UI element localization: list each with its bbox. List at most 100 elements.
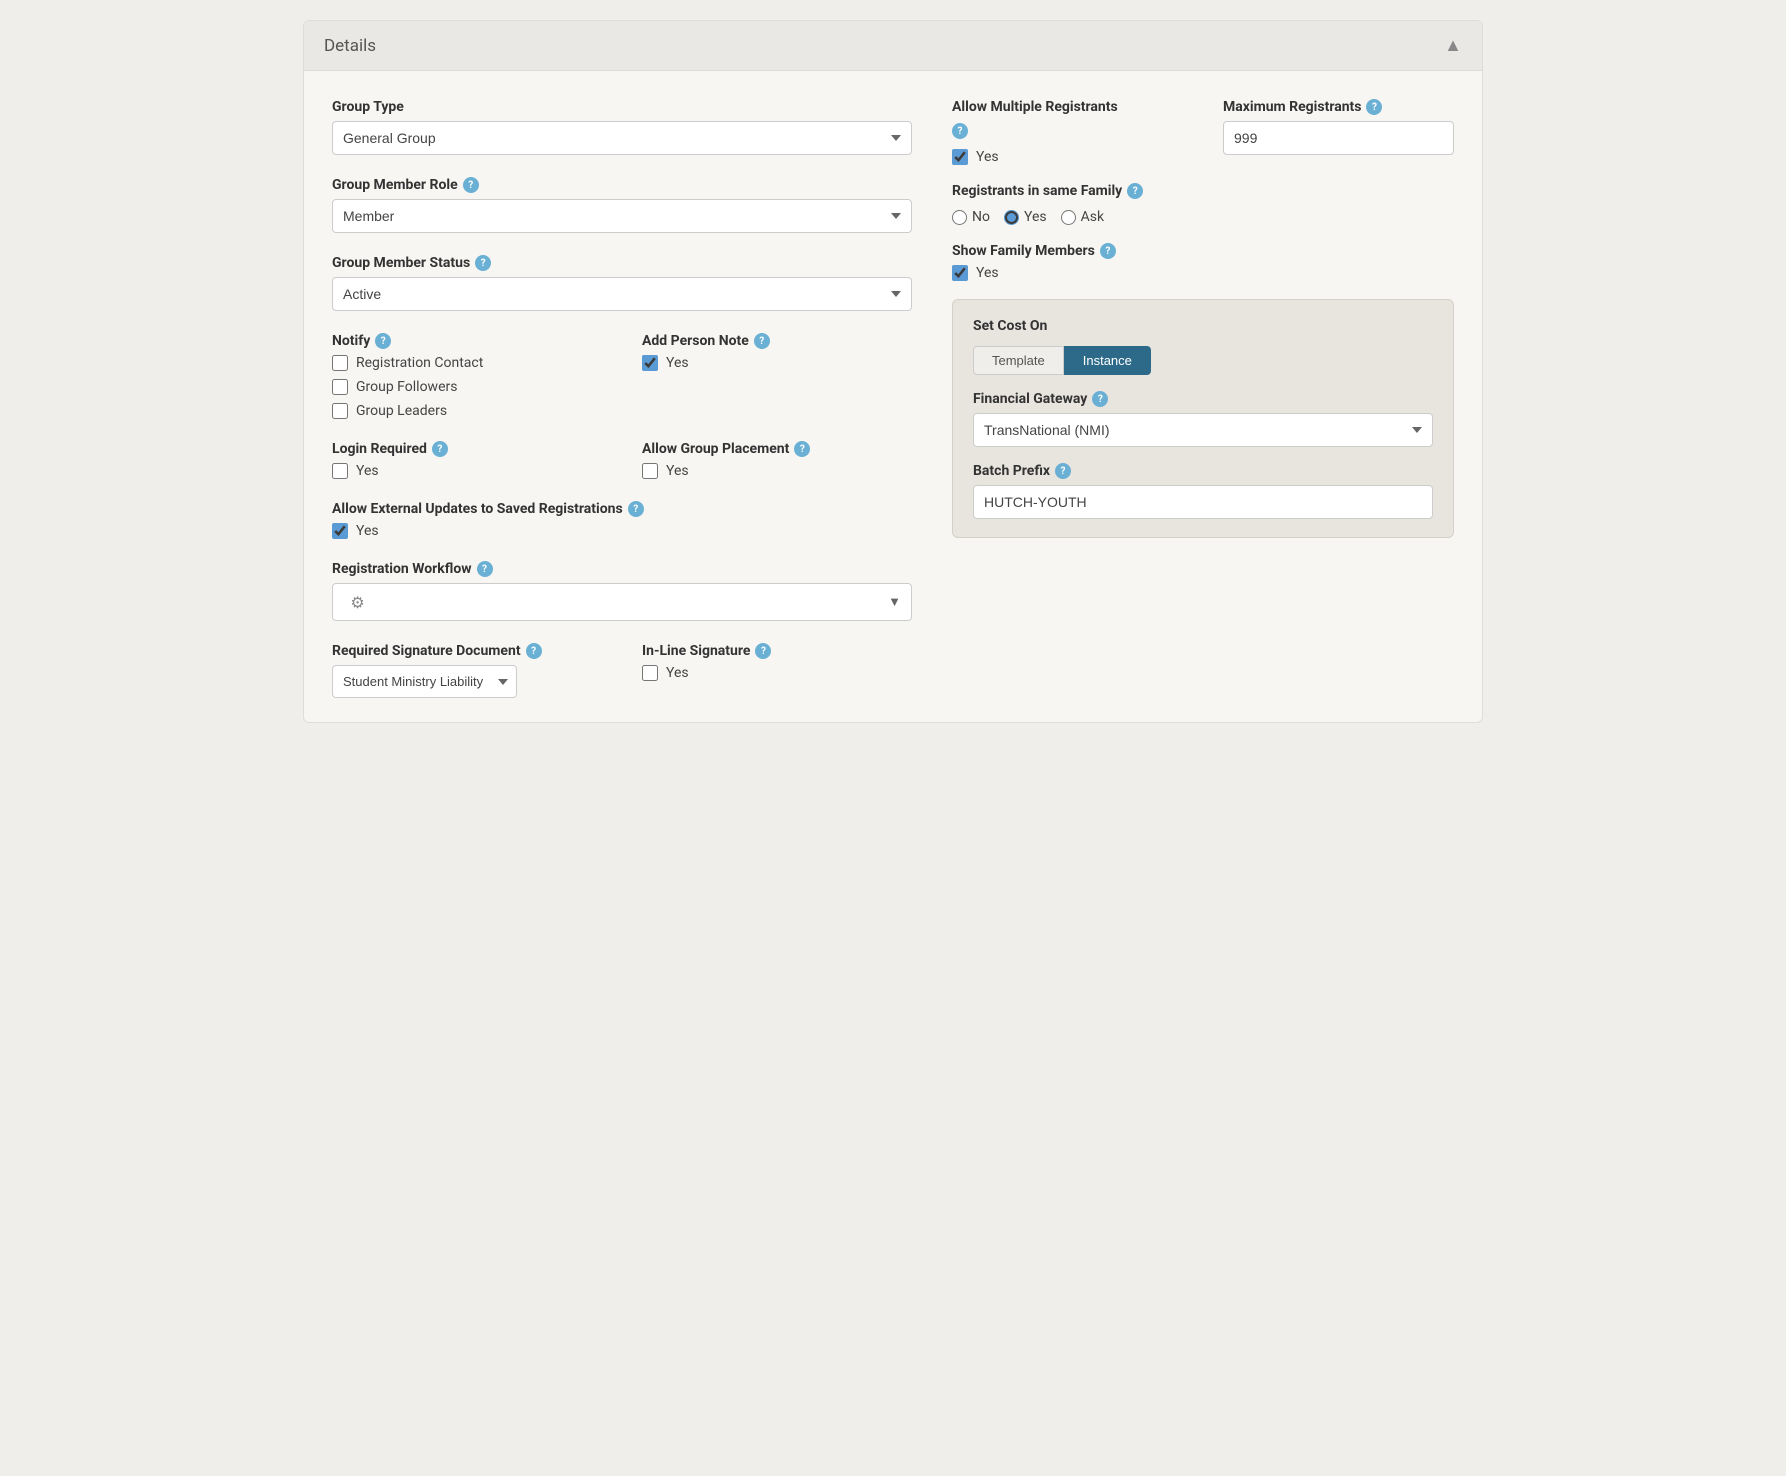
notify-group-followers-checkbox[interactable] xyxy=(332,379,348,395)
batch-prefix-label: Batch Prefix ? xyxy=(973,463,1433,479)
show-family-members-help-icon[interactable]: ? xyxy=(1100,243,1116,259)
panel-title: Details xyxy=(324,36,376,56)
group-member-role-select[interactable]: Member Leader Volunteer xyxy=(332,199,912,233)
allow-group-placement-label: Allow Group Placement ? xyxy=(642,441,912,457)
allow-external-updates-yes[interactable]: Yes xyxy=(332,523,912,539)
workflow-dropdown[interactable]: ▼ xyxy=(382,583,912,621)
financial-gateway-help-icon[interactable]: ? xyxy=(1092,391,1108,407)
registration-workflow-help-icon[interactable]: ? xyxy=(477,561,493,577)
group-member-status-select[interactable]: Active Inactive Pending xyxy=(332,277,912,311)
set-cost-on-group: Set Cost On Template Instance xyxy=(973,318,1433,375)
set-cost-template-button[interactable]: Template xyxy=(973,346,1064,375)
panel-header: Details ▲ xyxy=(304,21,1482,71)
allow-multiple-registrants-help-icon[interactable]: ? xyxy=(952,123,968,139)
login-required-help-icon[interactable]: ? xyxy=(432,441,448,457)
registration-workflow-label: Registration Workflow ? xyxy=(332,561,912,577)
financial-gateway-select[interactable]: TransNational (NMI) Stripe PayPal xyxy=(973,413,1433,447)
set-cost-box: Set Cost On Template Instance Financial … xyxy=(952,299,1454,538)
batch-prefix-help-icon[interactable]: ? xyxy=(1055,463,1071,479)
same-family-ask[interactable]: Ask xyxy=(1061,209,1104,225)
same-family-no[interactable]: No xyxy=(952,209,990,225)
same-family-yes[interactable]: Yes xyxy=(1004,209,1047,225)
group-member-status-label: Group Member Status ? xyxy=(332,255,912,271)
allow-external-updates-yes-checkbox[interactable] xyxy=(332,523,348,539)
notify-registration-contact[interactable]: Registration Contact xyxy=(332,355,602,371)
allow-external-updates-label: Allow External Updates to Saved Registra… xyxy=(332,501,912,517)
allow-group-placement-yes-checkbox[interactable] xyxy=(642,463,658,479)
login-required-group: Login Required ? Yes xyxy=(332,441,602,479)
maximum-registrants-input[interactable] xyxy=(1223,121,1454,155)
add-person-note-label: Add Person Note ? xyxy=(642,333,912,349)
financial-gateway-group: Financial Gateway ? TransNational (NMI) … xyxy=(973,391,1433,447)
financial-gateway-label: Financial Gateway ? xyxy=(973,391,1433,407)
group-type-select[interactable]: General Group Community Group Serving Gr… xyxy=(332,121,912,155)
notify-group-followers[interactable]: Group Followers xyxy=(332,379,602,395)
details-panel: Details ▲ Group Type General Group Commu… xyxy=(303,20,1483,723)
inline-signature-yes[interactable]: Yes xyxy=(642,665,912,681)
group-member-role-help-icon[interactable]: ? xyxy=(463,177,479,193)
registration-workflow-group: Registration Workflow ? ⚙ ▼ xyxy=(332,561,912,621)
maximum-registrants-help-icon[interactable]: ? xyxy=(1366,99,1382,115)
add-person-note-help-icon[interactable]: ? xyxy=(754,333,770,349)
group-member-status-help-icon[interactable]: ? xyxy=(475,255,491,271)
inline-signature-group: In-Line Signature ? Yes xyxy=(642,643,912,698)
registrants-same-family-radios: No Yes Ask xyxy=(952,209,1454,225)
add-person-note-yes[interactable]: Yes xyxy=(642,355,912,371)
notify-checkboxes: Registration Contact Group Followers Gro… xyxy=(332,355,602,419)
show-family-members-yes[interactable]: Yes xyxy=(952,265,1454,281)
same-family-yes-radio[interactable] xyxy=(1004,210,1019,225)
notify-help-icon[interactable]: ? xyxy=(375,333,391,349)
show-family-members-label: Show Family Members ? xyxy=(952,243,1454,259)
registrants-same-family-help-icon[interactable]: ? xyxy=(1127,183,1143,199)
group-member-status-group: Group Member Status ? Active Inactive Pe… xyxy=(332,255,912,311)
notify-group-leaders-checkbox[interactable] xyxy=(332,403,348,419)
allow-external-updates-help-icon[interactable]: ? xyxy=(628,501,644,517)
group-type-group: Group Type General Group Community Group… xyxy=(332,99,912,155)
add-person-note-yes-checkbox[interactable] xyxy=(642,355,658,371)
login-required-label: Login Required ? xyxy=(332,441,602,457)
inline-signature-label: In-Line Signature ? xyxy=(642,643,912,659)
same-family-ask-radio[interactable] xyxy=(1061,210,1076,225)
set-cost-toggle-group: Template Instance xyxy=(973,346,1433,375)
group-type-label: Group Type xyxy=(332,99,912,115)
required-signature-document-label: Required Signature Document ? xyxy=(332,643,602,659)
left-column: Group Type General Group Community Group… xyxy=(332,99,912,698)
notify-registration-contact-checkbox[interactable] xyxy=(332,355,348,371)
allow-group-placement-help-icon[interactable]: ? xyxy=(794,441,810,457)
allow-multiple-registrants-label: Allow Multiple Registrants xyxy=(952,99,1183,115)
notify-add-row: Notify ? Registration Contact Group Foll… xyxy=(332,333,912,419)
inline-signature-yes-checkbox[interactable] xyxy=(642,665,658,681)
batch-prefix-group: Batch Prefix ? xyxy=(973,463,1433,519)
allow-multiple-registrants-group: Allow Multiple Registrants ? Yes xyxy=(952,99,1183,165)
collapse-icon[interactable]: ▲ xyxy=(1444,35,1462,56)
add-person-note-group: Add Person Note ? Yes xyxy=(642,333,912,419)
same-family-no-radio[interactable] xyxy=(952,210,967,225)
notify-group: Notify ? Registration Contact Group Foll… xyxy=(332,333,602,419)
show-family-members-yes-checkbox[interactable] xyxy=(952,265,968,281)
right-column: Allow Multiple Registrants ? Yes Maximum… xyxy=(952,99,1454,698)
allow-external-updates-group: Allow External Updates to Saved Registra… xyxy=(332,501,912,539)
workflow-gear-icon: ⚙ xyxy=(332,583,382,621)
login-required-yes[interactable]: Yes xyxy=(332,463,602,479)
required-signature-document-select[interactable]: Student Ministry Liability General Waive… xyxy=(332,665,517,698)
allow-multiple-registrants-yes-checkbox[interactable] xyxy=(952,149,968,165)
login-required-yes-checkbox[interactable] xyxy=(332,463,348,479)
allow-group-placement-yes[interactable]: Yes xyxy=(642,463,912,479)
required-signature-document-help-icon[interactable]: ? xyxy=(526,643,542,659)
notify-group-leaders[interactable]: Group Leaders xyxy=(332,403,602,419)
registrants-same-family-label: Registrants in same Family ? xyxy=(952,183,1454,199)
registrants-same-family-group: Registrants in same Family ? No Yes Ask xyxy=(952,183,1454,225)
set-cost-instance-button[interactable]: Instance xyxy=(1064,346,1151,375)
signature-row: Required Signature Document ? Student Mi… xyxy=(332,643,912,698)
show-family-members-group: Show Family Members ? Yes xyxy=(952,243,1454,281)
notify-label: Notify ? xyxy=(332,333,602,349)
maximum-registrants-group: Maximum Registrants ? xyxy=(1223,99,1454,165)
login-placement-row: Login Required ? Yes Allow Group Placeme… xyxy=(332,441,912,479)
workflow-select-wrapper: ⚙ ▼ xyxy=(332,583,912,621)
allow-multiple-registrants-yes[interactable]: Yes xyxy=(952,149,1183,165)
required-signature-document-group: Required Signature Document ? Student Mi… xyxy=(332,643,602,698)
panel-body: Group Type General Group Community Group… xyxy=(304,71,1482,722)
group-member-role-label: Group Member Role ? xyxy=(332,177,912,193)
batch-prefix-input[interactable] xyxy=(973,485,1433,519)
inline-signature-help-icon[interactable]: ? xyxy=(755,643,771,659)
